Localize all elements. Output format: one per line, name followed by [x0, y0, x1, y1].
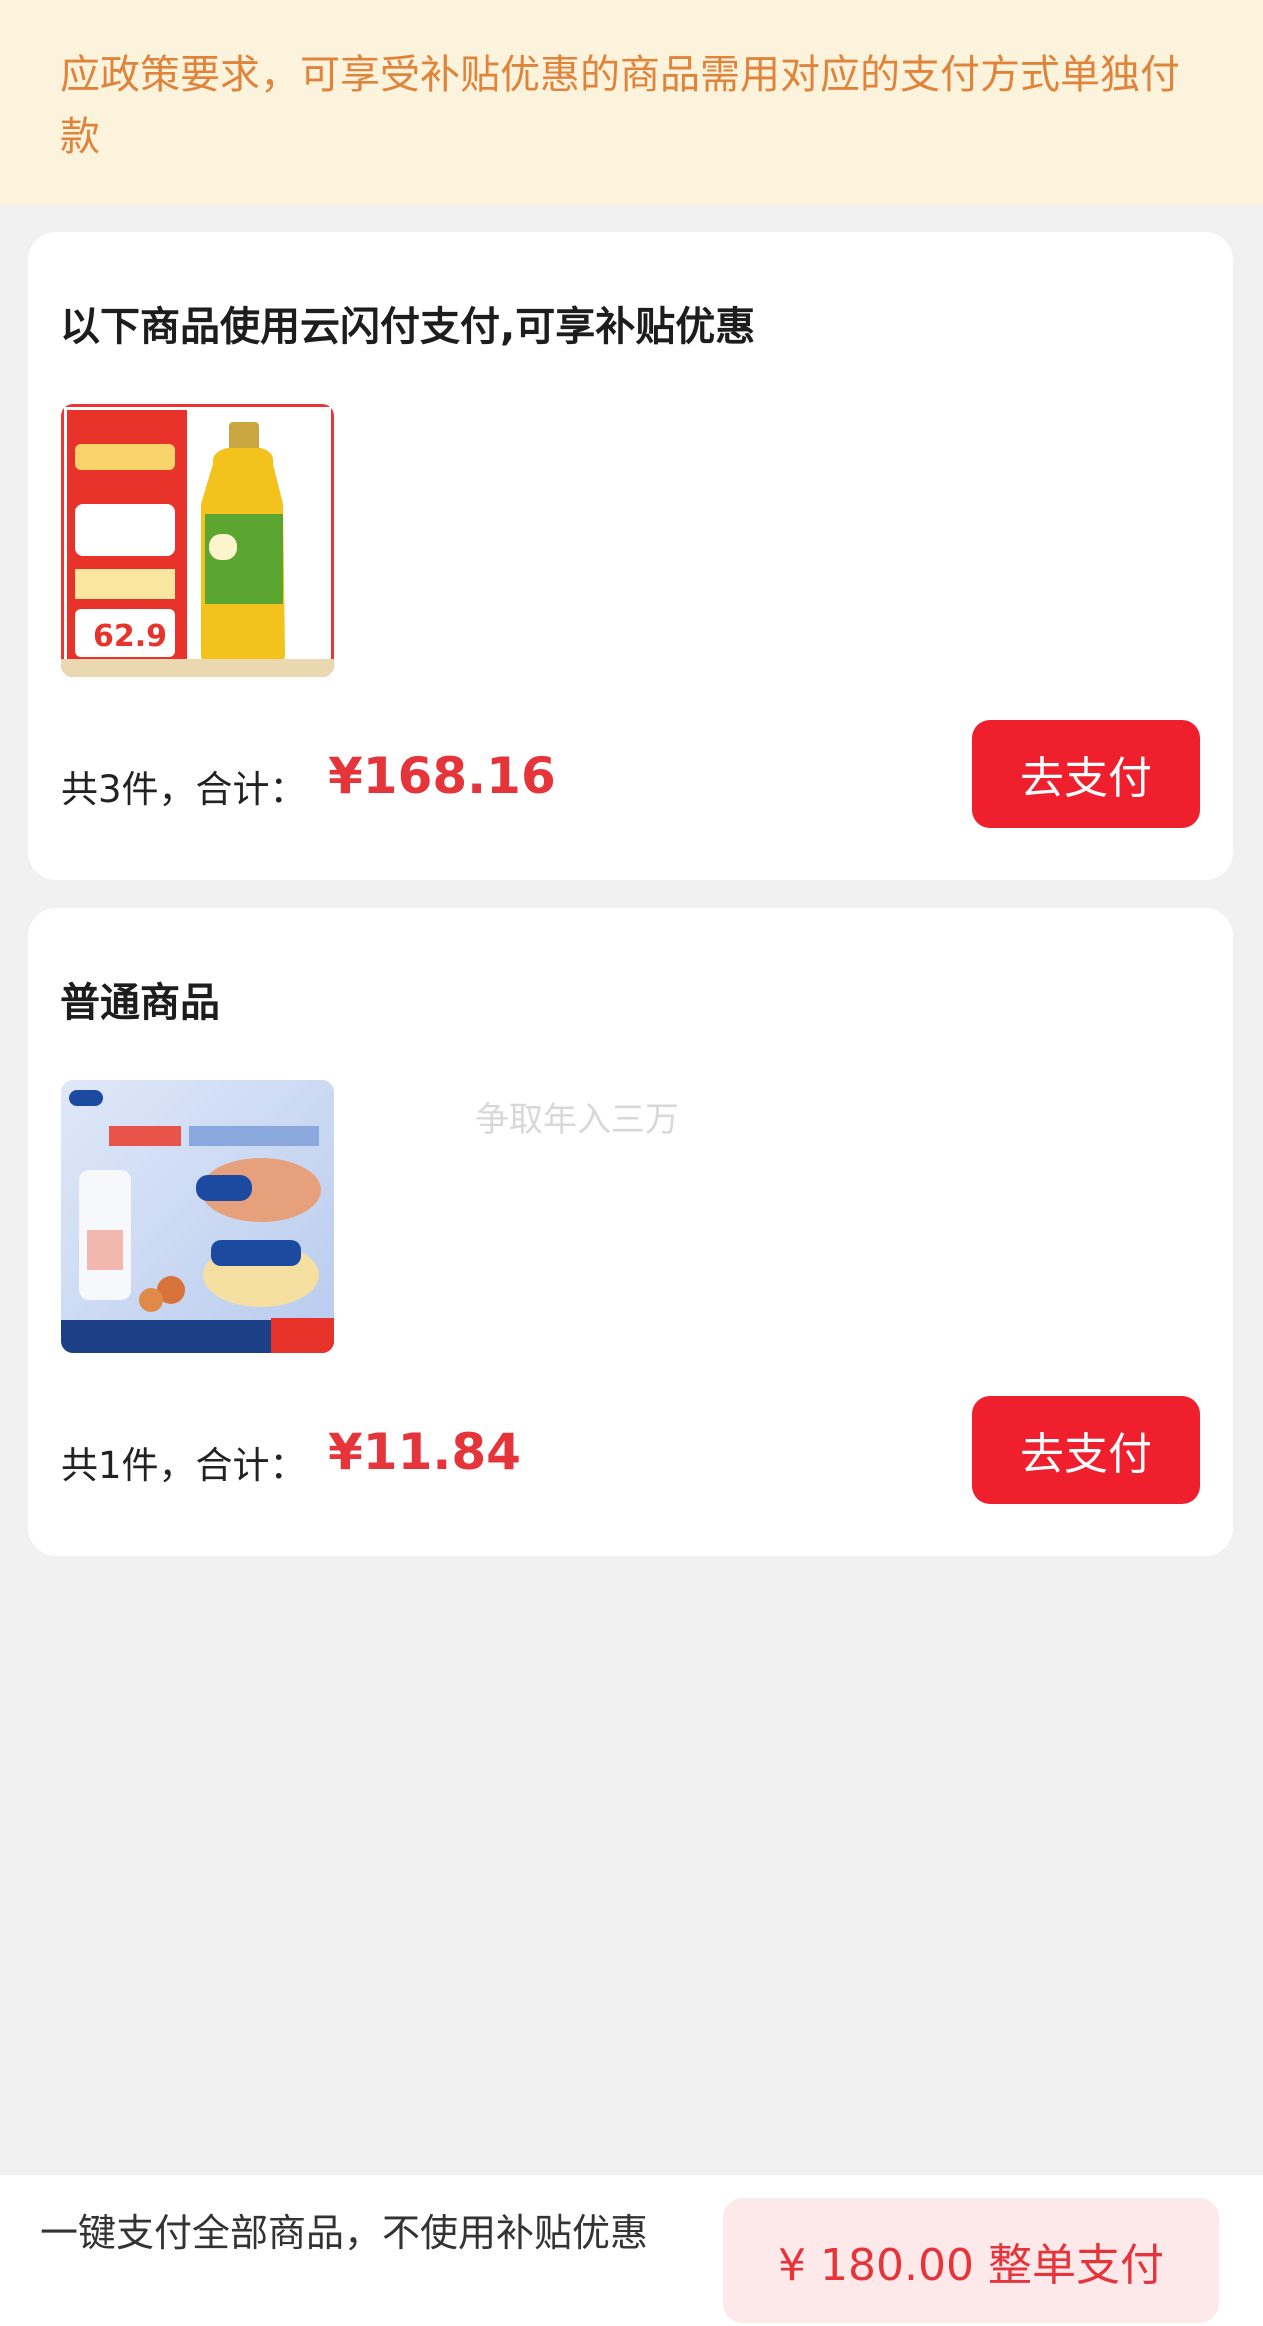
normal-summary-label: 共1件，合计： [61, 1444, 307, 1487]
vaseline-image-graphic [61, 1080, 334, 1353]
bottom-action-bar: 一键支付全部商品，不使用补贴优惠 ¥ 180.00 整单支付 [0, 2175, 1263, 2326]
bottom-description: 一键支付全部商品，不使用补贴优惠 [40, 2211, 649, 2255]
subsidy-total-price: ¥168.16 [328, 747, 556, 805]
watermark-text: 争取年入三万 [475, 1100, 679, 1140]
whole-order-pay-button[interactable]: ¥ 180.00 整单支付 [723, 2198, 1219, 2323]
cooking-oil-product-image[interactable]: 62.9 [61, 404, 334, 677]
subsidy-group-title: 以下商品使用云闪付支付,可享补贴优惠 [60, 304, 756, 350]
policy-notice-banner: 应政策要求，可享受补贴优惠的商品需用对应的支付方式单独付款 [0, 0, 1263, 205]
subsidy-order-summary: 共3件，合计： [61, 759, 307, 813]
normal-order-card: 普通商品 共1件，合计： ¥11.84 去支付 [28, 908, 1233, 1556]
svg-text:62.9: 62.9 [93, 619, 167, 654]
normal-total-price: ¥11.84 [328, 1423, 521, 1481]
policy-notice-text: 应政策要求，可享受补贴优惠的商品需用对应的支付方式单独付款 [60, 52, 1180, 160]
normal-order-summary: 共1件，合计： [61, 1435, 307, 1489]
normal-group-title: 普通商品 [60, 980, 220, 1026]
subsidy-pay-button[interactable]: 去支付 [972, 720, 1200, 828]
subsidy-order-card: 以下商品使用云闪付支付,可享补贴优惠 62.9 共3件，合计： ¥168.16 … [28, 232, 1233, 880]
normal-pay-button[interactable]: 去支付 [972, 1396, 1200, 1504]
vaseline-product-image[interactable] [61, 1080, 334, 1353]
cooking-oil-image-graphic: 62.9 [61, 404, 334, 677]
subsidy-summary-label: 共3件，合计： [61, 768, 307, 811]
